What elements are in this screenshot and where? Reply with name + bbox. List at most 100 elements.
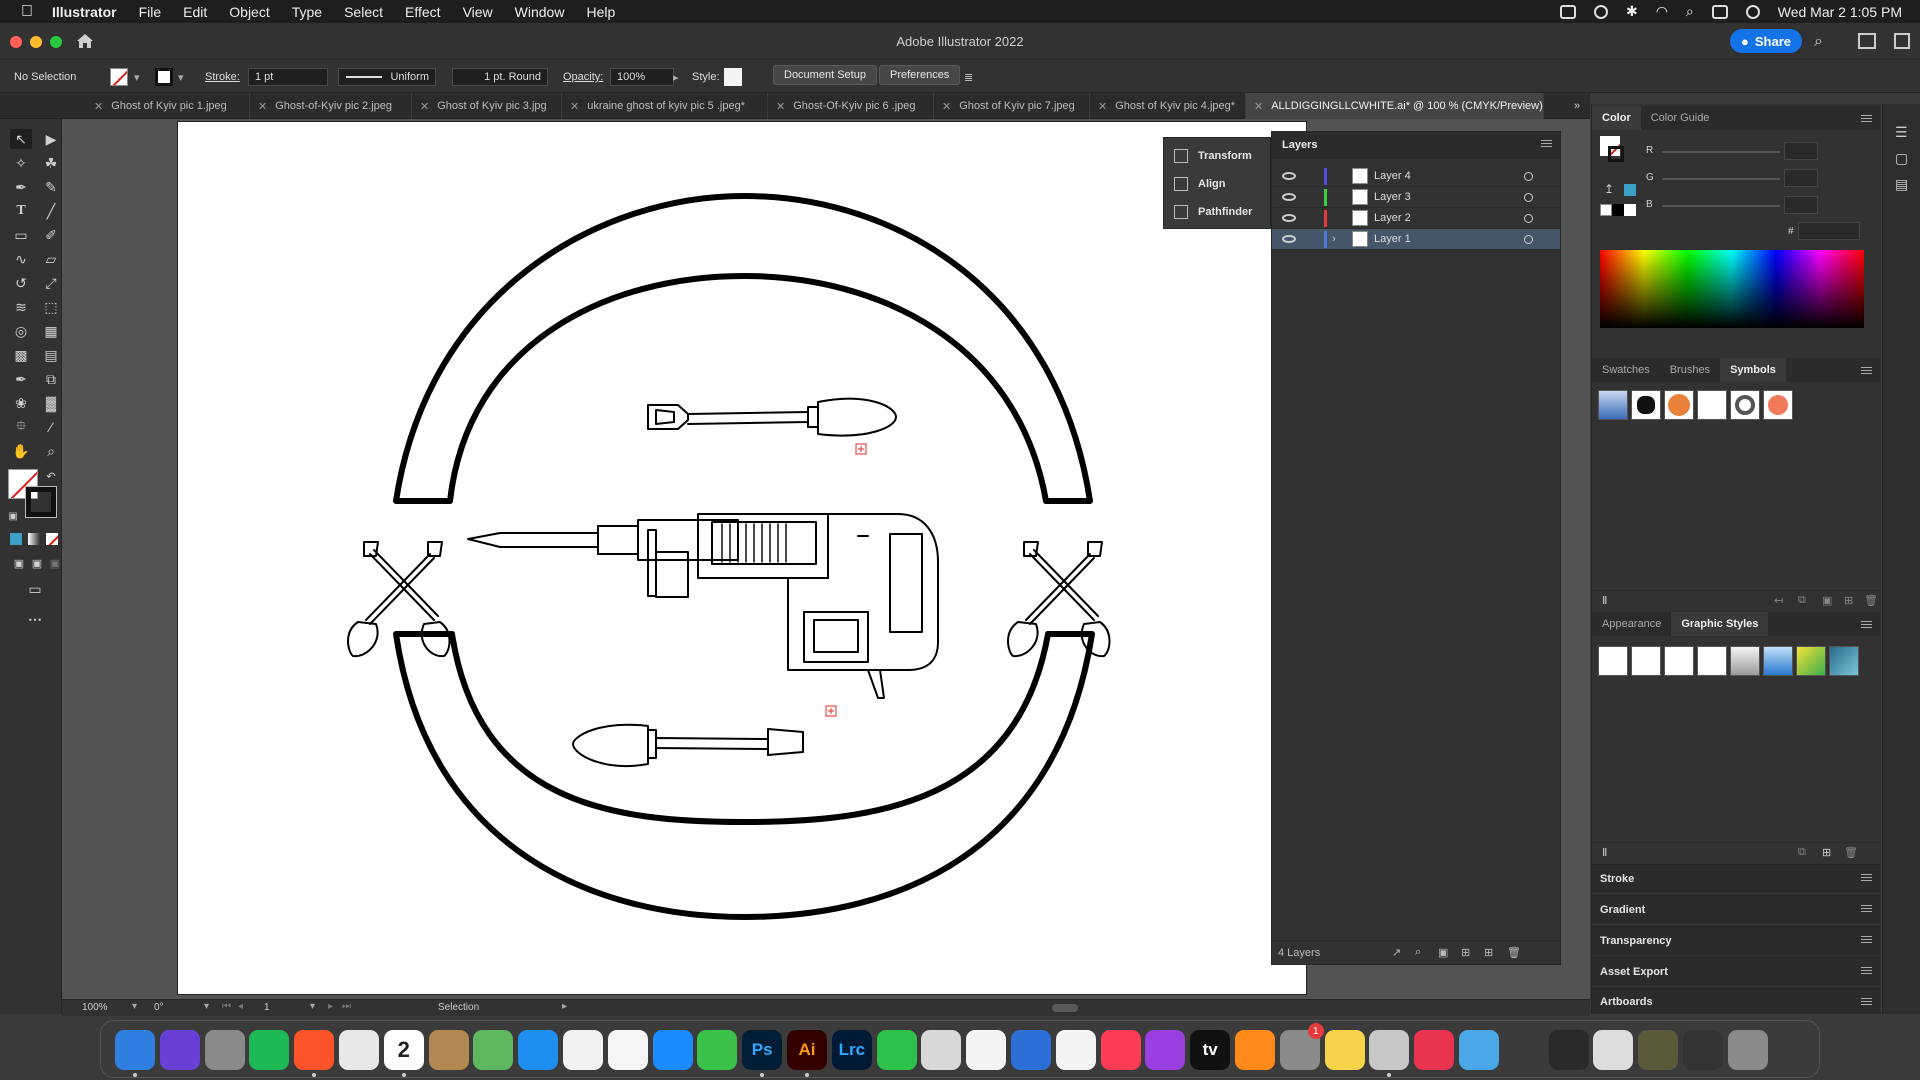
menu-window[interactable]: Window [515,4,565,20]
close-tab-icon[interactable]: ✕ [258,100,267,113]
control-center-icon[interactable] [1711,4,1728,19]
symbol-sprayer-tool-icon[interactable]: ❀ [10,393,32,413]
dock-illustrator-icon[interactable]: Ai [787,1030,827,1070]
brush-definition[interactable]: 1 pt. Round [452,68,548,86]
stroke-label[interactable]: Stroke: [205,68,240,86]
place-symbol-icon[interactable]: ↤ [1774,594,1783,607]
menu-help[interactable]: Help [586,4,615,20]
close-tab-icon[interactable]: ✕ [1098,100,1107,113]
b-slider[interactable] [1662,205,1780,207]
line-tool-icon[interactable]: ╱ [40,201,62,221]
appearance-panel-menu-icon[interactable] [1861,621,1872,628]
stroke-dropdown-icon[interactable]: ▾ [178,68,184,86]
close-tab-icon[interactable]: ✕ [942,100,951,113]
layer-name[interactable]: Layer 3 [1374,191,1411,203]
export-icon[interactable]: ↗ [1392,946,1401,959]
layer-row[interactable]: Layer 3 [1272,187,1560,208]
none-swatch[interactable] [1600,204,1612,216]
zoom-dropdown-icon[interactable]: ▾ [132,1001,137,1012]
dock-messages-icon[interactable] [697,1030,738,1070]
dock-photoshop-icon[interactable]: Ps [742,1030,783,1070]
stroke-swatch[interactable] [155,68,173,86]
delete-graphic-style-icon[interactable]: 🗑 [1844,846,1858,859]
artboard-tool-icon[interactable]: ⯐ [10,417,32,437]
doc-tab[interactable]: ✕ Ghost of Kyiv pic 3.jpg [412,93,562,119]
layers-menu-icon[interactable] [1541,140,1552,147]
symbols-panel-menu-icon[interactable] [1861,367,1872,374]
target-circle-icon[interactable] [1524,213,1533,223]
dock-news-icon[interactable] [1055,1030,1096,1070]
prev-artboard-icon[interactable]: ◂ [238,1001,243,1012]
gradient-mode-icon[interactable] [28,533,40,545]
graphic-style-swatch[interactable] [1829,646,1859,676]
shape-builder-tool-icon[interactable]: ◎ [10,321,32,341]
clipping-mask-icon[interactable]: ▣ [1438,946,1448,959]
dock-maps-icon[interactable] [473,1030,514,1070]
graphic-style-swatch[interactable] [1796,646,1826,676]
gradient-panel-collapsed[interactable]: Gradient [1592,895,1880,923]
close-tab-icon[interactable]: ✕ [94,100,103,113]
more-tabs-icon[interactable]: » [1566,93,1590,119]
search-icon[interactable]: ⌕ [1686,3,1694,20]
symbol-swatch[interactable] [1631,390,1661,420]
layers-title[interactable]: Layers [1282,139,1317,151]
status-menu-arrow-icon[interactable]: ▸ [562,1001,567,1012]
fill-dropdown-icon[interactable]: ▾ [134,68,140,86]
last-artboard-icon[interactable]: ⏭ [342,1001,351,1012]
transform-panel-button[interactable]: Transform [1174,145,1252,167]
magic-wand-tool-icon[interactable]: ✧ [10,153,32,173]
wifi-icon[interactable]: ◠ [1656,3,1668,20]
tab-swatches[interactable]: Swatches [1592,358,1660,382]
new-layer-icon[interactable]: ⊞ [1484,946,1493,959]
graphic-style-swatch[interactable] [1664,646,1694,676]
selection-tool-icon[interactable]: ↖ [10,129,32,149]
dock-screenshot-icon[interactable] [1369,1030,1410,1070]
doc-tab[interactable]: ✕ Ghost of Kyiv pic 4.jpeg* [1090,93,1246,119]
variable-width-profile[interactable]: Uniform [338,68,436,86]
doc-tab[interactable]: ✕ Ghost of Kyiv pic 1.jpeg [86,93,250,119]
visibility-eye-icon[interactable] [1282,172,1296,180]
delete-symbol-icon[interactable]: 🗑 [1864,594,1878,607]
free-transform-tool-icon[interactable]: ⬚ [40,297,62,317]
tab-appearance[interactable]: Appearance [1592,612,1671,636]
hex-field[interactable] [1798,222,1860,240]
dock-calendar-icon[interactable]: 2 [383,1030,424,1070]
preferences-button[interactable]: Preferences [879,65,961,85]
fill-swatch[interactable] [110,68,128,86]
dock-siri-icon[interactable] [159,1030,200,1070]
document-setup-button[interactable]: Document Setup [773,65,877,85]
dock-photos-icon[interactable] [563,1030,603,1070]
r-value-field[interactable] [1784,142,1818,160]
dock-recent-5-icon[interactable] [1683,1030,1723,1070]
tab-color[interactable]: Color [1592,106,1641,130]
expand-arrow-icon[interactable]: › [1332,233,1336,245]
break-style-link-icon[interactable]: ⧉ [1798,846,1806,859]
menu-app-name[interactable]: Illustrator [52,4,117,20]
symbol-swatch[interactable] [1763,390,1793,420]
artboards-panel-collapsed[interactable]: Artboards [1592,988,1880,1014]
curvature-tool-icon[interactable]: ✎ [40,177,62,197]
dock-chrome-icon[interactable] [339,1030,379,1070]
menu-effect[interactable]: Effect [405,4,441,20]
graphic-style-swatch[interactable] [1598,646,1628,676]
dock-safari-icon[interactable] [518,1030,559,1070]
symbol-swatch[interactable] [1664,390,1694,420]
layer-row-selected[interactable]: › Layer 1 [1272,229,1560,250]
eyedropper-tool-icon[interactable]: ✒ [10,369,32,389]
menu-view[interactable]: View [463,4,493,20]
dock-facetime-icon[interactable] [876,1030,917,1070]
out-of-gamut-icon[interactable]: ↥ [1604,182,1614,196]
stroke-weight-field[interactable]: 1 pt [248,68,328,86]
stroke-panel-menu-icon[interactable] [1861,874,1872,881]
warp-tool-icon[interactable]: ≋ [10,297,32,317]
doc-tab[interactable]: ✕ Ghost-Of-Kyiv pic 6 .jpeg [768,93,934,119]
slice-tool-icon[interactable]: ∕ [40,417,62,437]
dock-numbers-icon[interactable] [966,1030,1007,1070]
blend-tool-icon[interactable]: ⧉ [40,369,62,389]
visibility-eye-icon[interactable] [1282,214,1296,222]
dock-contacts-icon[interactable] [428,1030,469,1070]
dock-recent-2-icon[interactable] [1548,1030,1589,1070]
new-sublayer-icon[interactable]: ⊞ [1461,946,1470,959]
direct-selection-tool-icon[interactable]: ▶ [40,129,62,149]
paintbrush-tool-icon[interactable]: ✐ [40,225,62,245]
